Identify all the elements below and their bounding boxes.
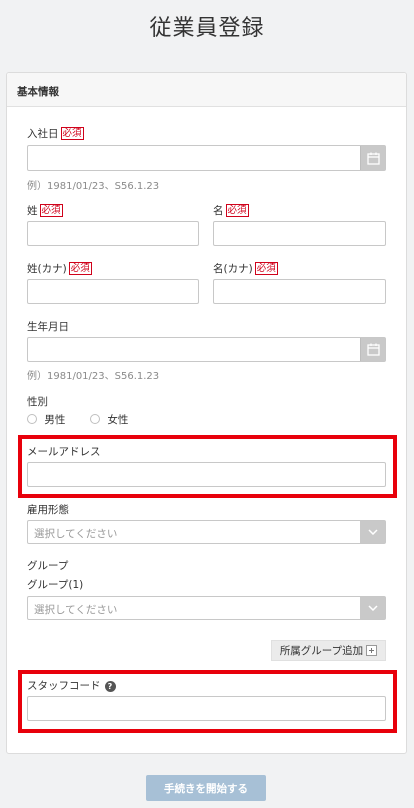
first-name-kana-label-text: 名(カナ) — [213, 263, 253, 275]
required-badge: 必須 — [225, 204, 249, 217]
birth-date-calendar-button[interactable] — [360, 338, 385, 361]
group-1-label: グループ(1) — [27, 579, 84, 591]
page-title: 従業員登録 — [149, 16, 265, 41]
group-1-dropdown-button[interactable] — [360, 597, 385, 619]
required-badge: 必須 — [254, 262, 278, 275]
radio-circle[interactable] — [27, 414, 37, 424]
hire-date-label: 入社日 必須 — [27, 126, 84, 141]
chevron-down-icon — [367, 529, 378, 535]
gender-radio-female[interactable]: 女性 — [90, 412, 128, 427]
first-name-kana-label: 名(カナ) 必須 — [213, 261, 278, 276]
employment-type-placeholder: 選択してください — [34, 528, 118, 540]
first-name-input[interactable] — [213, 221, 386, 246]
required-badge: 必須 — [60, 127, 84, 140]
group-label: グループ — [27, 560, 69, 572]
last-name-kana-label-text: 姓(カナ) — [27, 263, 67, 275]
last-name-kana-input[interactable] — [27, 279, 199, 304]
radio-circle[interactable] — [90, 414, 100, 424]
gender-option-female-label: 女性 — [107, 414, 129, 426]
birth-date-label: 生年月日 — [27, 321, 69, 333]
last-name-label: 姓必須 — [27, 203, 63, 218]
first-name-kana-input[interactable] — [213, 279, 386, 304]
calendar-icon — [366, 343, 380, 356]
hire-date-hint: 例）1981/01/23、S56.1.23 — [27, 181, 160, 192]
required-badge: 必須 — [68, 262, 92, 275]
hire-date-label-text: 入社日 — [27, 128, 59, 140]
gender-label: 性別 — [27, 396, 48, 408]
gender-option-male-label: 男性 — [44, 414, 66, 426]
staff-code-label-text: スタッフコード — [27, 680, 101, 692]
chevron-down-icon — [367, 605, 378, 611]
section-header: 基本情報 — [7, 73, 406, 107]
email-input[interactable] — [27, 462, 386, 487]
employment-type-dropdown-button[interactable] — [360, 521, 385, 543]
email-label: メールアドレス — [27, 446, 101, 458]
hire-date-calendar-button[interactable] — [360, 146, 385, 170]
first-name-label-text: 名 — [213, 205, 224, 217]
start-procedure-button[interactable]: 手続きを開始する — [146, 775, 266, 801]
group-1-select[interactable]: 選択してください — [27, 596, 386, 620]
last-name-kana-label: 姓(カナ) 必須 — [27, 261, 92, 276]
required-badge: 必須 — [39, 204, 63, 217]
staff-code-label: スタッフコード? — [27, 678, 116, 693]
staff-code-input[interactable] — [27, 696, 386, 721]
gender-radio-male[interactable]: 男性 — [27, 412, 65, 427]
employment-type-select[interactable]: 選択してください — [27, 520, 386, 544]
calendar-icon — [366, 152, 380, 165]
last-name-input[interactable] — [27, 221, 199, 246]
plus-icon — [366, 645, 378, 656]
group-1-placeholder: 選択してください — [34, 604, 118, 616]
employment-type-label: 雇用形態 — [27, 504, 69, 516]
birth-date-input[interactable] — [27, 337, 386, 362]
birth-date-hint: 例）1981/01/23、S56.1.23 — [27, 371, 160, 382]
help-icon[interactable]: ? — [104, 681, 116, 692]
hire-date-input[interactable] — [27, 145, 386, 171]
first-name-label: 名必須 — [213, 203, 249, 218]
add-group-button[interactable]: 所属グループ追加 — [271, 640, 386, 661]
last-name-label-text: 姓 — [27, 205, 38, 217]
add-group-button-label: 所属グループ追加 — [279, 645, 364, 657]
